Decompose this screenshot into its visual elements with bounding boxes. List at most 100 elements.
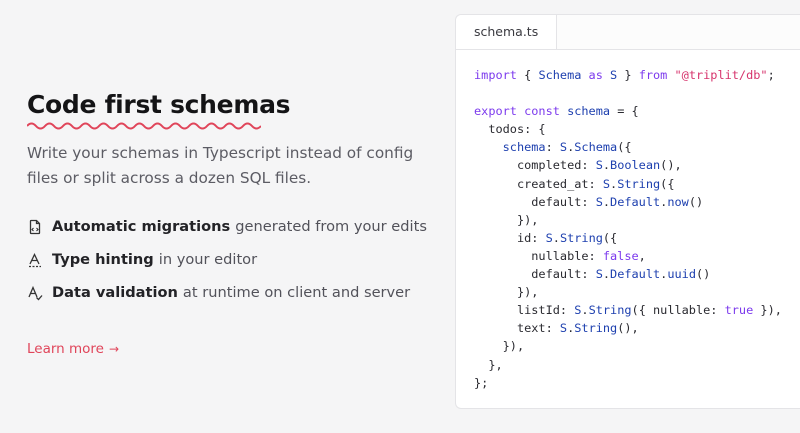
- code-token: id:: [474, 230, 546, 245]
- code-token: schema: [567, 104, 611, 119]
- code-token: }),: [474, 212, 539, 227]
- code-line: nullable: false,: [474, 247, 782, 265]
- code-token: import: [474, 68, 517, 82]
- code-token: schema: [502, 140, 546, 155]
- code-line: };: [474, 374, 782, 392]
- code-token: ({ nullable:: [631, 303, 725, 318]
- code-token: Default: [610, 194, 661, 209]
- code-token: };: [474, 375, 489, 390]
- code-token: String: [574, 321, 618, 336]
- code-token: ;: [767, 68, 775, 82]
- code-line: schema: S.Schema({: [474, 138, 782, 156]
- tab-schema-ts[interactable]: schema.ts: [456, 15, 558, 49]
- learn-more-label: Learn more: [27, 341, 104, 357]
- feature-title: Data validation: [52, 284, 178, 301]
- code-token: .: [602, 158, 611, 173]
- code-token: }),: [474, 339, 525, 354]
- code-token: export const: [474, 104, 568, 119]
- code-token: S: [545, 230, 553, 245]
- code-line: id: S.String({: [474, 229, 782, 247]
- feature-list: Automatic migrations generated from your…: [27, 210, 427, 309]
- code-block: import { Schema as S } from "@triplit/db…: [474, 66, 782, 392]
- code-token: false: [602, 248, 639, 263]
- code-token: now: [667, 194, 689, 209]
- code-token: .: [602, 267, 611, 282]
- code-line: import { Schema as S } from "@triplit/db…: [474, 66, 782, 84]
- code-token: Schema: [538, 68, 582, 82]
- code-line: default: S.Default.now(): [474, 193, 782, 211]
- code-token: }),: [474, 285, 539, 300]
- code-token: default:: [474, 267, 596, 282]
- code-token: S: [602, 176, 611, 191]
- code-token: default:: [474, 194, 596, 209]
- code-token: listId:: [474, 303, 575, 318]
- section-title: Code first schemas: [27, 90, 291, 119]
- feature-item-migrations: Automatic migrations generated from your…: [27, 210, 427, 243]
- section-description: Write your schemas in Typescript instead…: [27, 144, 414, 187]
- code-token: ({: [660, 176, 675, 191]
- code-token: as: [581, 68, 611, 82]
- code-token: String: [559, 230, 603, 245]
- feature-title: Type hinting: [52, 251, 154, 268]
- code-token: (): [688, 194, 704, 209]
- editor-tab-bar: schema.ts: [456, 15, 800, 50]
- feature-detail: at runtime on client and server: [182, 284, 411, 301]
- code-line: export const schema = {: [474, 102, 782, 120]
- code-line: listId: S.String({ nullable: true }),: [474, 301, 782, 319]
- code-token: .: [581, 303, 589, 318]
- code-line: }),: [474, 337, 782, 355]
- code-token: from: [638, 68, 668, 82]
- squiggle-underline-icon: [27, 122, 261, 130]
- code-token: Schema: [574, 140, 618, 155]
- code-token: = {: [610, 104, 639, 119]
- code-line: completed: S.Boolean(),: [474, 156, 782, 174]
- code-line: }),: [474, 211, 782, 229]
- feature-detail: in your editor: [158, 251, 258, 268]
- code-token: .: [552, 230, 560, 245]
- feature-section: Code first schemas Write your schemas in…: [27, 88, 427, 357]
- code-token: Boolean: [610, 158, 661, 173]
- code-token: true: [724, 303, 754, 318]
- feature-item-validation: Data validation at runtime on client and…: [27, 276, 427, 309]
- code-token: {: [516, 68, 539, 82]
- text-check-icon: [27, 285, 43, 301]
- code-token: text:: [474, 321, 560, 336]
- code-token: (): [695, 267, 711, 282]
- code-token: }: [617, 68, 639, 82]
- code-token: ,: [638, 248, 646, 263]
- code-token: nullable:: [474, 248, 603, 263]
- code-token: completed:: [474, 158, 596, 173]
- code-token: (),: [617, 321, 639, 336]
- code-token: "@triplit/db": [674, 68, 768, 82]
- feature-item-type-hinting: Type hinting in your editor: [27, 243, 427, 276]
- code-token: ({: [617, 140, 632, 155]
- code-token: String: [617, 176, 661, 191]
- code-token: }),: [753, 303, 782, 318]
- code-token: .: [602, 194, 611, 209]
- code-token: ({: [602, 230, 618, 245]
- file-code-icon: [27, 219, 43, 235]
- code-token: (),: [660, 158, 682, 173]
- code-token: S: [559, 321, 568, 336]
- code-token: },: [474, 357, 503, 372]
- code-token: uuid: [667, 267, 696, 282]
- code-token: S: [595, 194, 603, 209]
- text-hint-icon: [27, 252, 43, 268]
- arrow-right-icon: →: [109, 342, 120, 356]
- learn-more-link[interactable]: Learn more →: [27, 341, 119, 357]
- code-line: todos: {: [474, 120, 782, 138]
- feature-title: Automatic migrations: [52, 218, 231, 235]
- code-token: S: [595, 158, 603, 173]
- code-line: }),: [474, 283, 782, 301]
- code-token: S: [595, 267, 603, 282]
- code-line: default: S.Default.uuid(): [474, 265, 782, 283]
- code-line: },: [474, 356, 782, 374]
- code-token: Default: [610, 267, 661, 282]
- code-token: :: [545, 140, 560, 155]
- code-line: text: S.String(),: [474, 319, 782, 337]
- feature-detail: generated from your edits: [235, 218, 427, 235]
- code-token: created_at:: [474, 176, 603, 191]
